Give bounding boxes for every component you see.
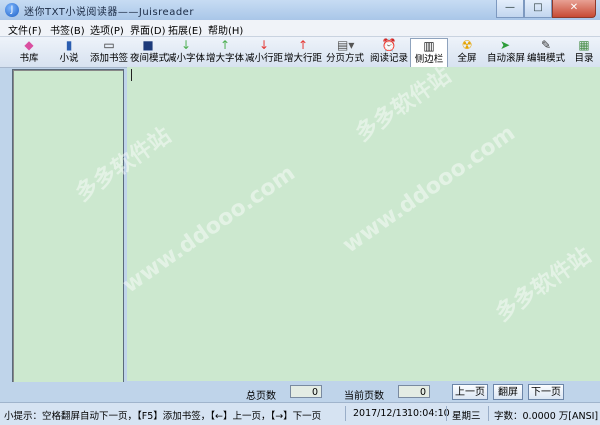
toolbar-pagination[interactable]: ▤▾ 分页方式 (323, 38, 367, 66)
fullscreen-icon: ☢ (461, 38, 473, 52)
title-bar: J 迷你TXT小说阅读器——Juisreader — □ ✕ (0, 0, 600, 21)
menu-help[interactable]: 帮助(H) (208, 22, 243, 37)
status-date: 2017/12/13 (353, 408, 408, 419)
menu-bookmarks[interactable]: 书签(B) (50, 22, 85, 37)
auto-scroll-icon: ➤ (499, 38, 511, 52)
watermark-text: 多多软件站 (491, 243, 596, 327)
table-of-contents-icon: ▦ (578, 38, 590, 52)
menu-bar: 文件(F) 书签(B) 选项(P) 界面(D) 拓展(E) 帮助(H) (0, 20, 600, 37)
current-page-label: 当前页数 (344, 391, 384, 402)
font-decrease-icon: ↓ (180, 38, 192, 52)
watermark-url: www.ddooo.com (118, 160, 300, 299)
close-button[interactable]: ✕ (552, 0, 596, 18)
prev-page-button[interactable]: 上一页 (452, 384, 488, 400)
toolbar-add-bookmark[interactable]: ▭ 添加书签 (90, 38, 128, 66)
toolbar-line-spacing-increase[interactable]: ↑ 增大行距 (284, 38, 322, 66)
status-tip: 小提示：空格翻屏自动下一页，【F5】添加书签，【←】上一页，【→】下一页 (4, 411, 322, 422)
edit-icon: ✎ (540, 38, 552, 52)
font-increase-icon: ↑ (219, 38, 231, 52)
watermark-text: 多多软件站 (351, 63, 456, 147)
toolbar-reading-history[interactable]: ⏰ 阅读记录 (370, 38, 408, 66)
menu-extensions[interactable]: 拓展(E) (168, 22, 202, 37)
toolbar-line-spacing-decrease[interactable]: ↓ 减小行距 (245, 38, 283, 66)
pager-bar: 总页数 0 当前页数 0 上一页 翻屏 下一页 (0, 382, 600, 402)
bookshelf-icon: ◆ (24, 38, 34, 52)
night-mode-icon: ■ (142, 38, 154, 52)
toolbar-font-decrease[interactable]: ↓ 减小字体 (167, 38, 205, 66)
toolbar-auto-scroll[interactable]: ➤ 自动滚屏 (487, 38, 525, 66)
pagination-icon: ▤▾ (337, 38, 355, 52)
toolbar: ◆ 书库 ▮ 小说 ▭ 添加书签 ■ 夜间模式 ↓ 减小字体 ↑ 增大字体 ↓ … (0, 37, 600, 68)
toolbar-night-mode[interactable]: ■ 夜间模式 (130, 38, 168, 66)
flip-screen-button[interactable]: 翻屏 (493, 384, 523, 400)
line-spacing-increase-icon: ↑ (297, 38, 309, 52)
status-divider (488, 406, 489, 421)
toolbar-fullscreen[interactable]: ☢ 全屏 (455, 38, 479, 66)
total-pages-value: 0 (290, 385, 322, 398)
text-caret (131, 69, 132, 81)
toolbar-font-increase[interactable]: ↑ 增大字体 (206, 38, 244, 66)
sidebar-icon: ▥ (423, 39, 435, 53)
toolbar-bookshelf[interactable]: ◆ 书库 (16, 38, 42, 66)
toolbar-edit-mode[interactable]: ✎ 编辑模式 (527, 38, 565, 66)
status-time: 10:04:10 (407, 408, 450, 419)
next-page-button[interactable]: 下一页 (528, 384, 564, 400)
status-bar: 小提示：空格翻屏自动下一页，【F5】添加书签，【←】上一页，【→】下一页 201… (0, 402, 600, 425)
book-icon: ▮ (65, 38, 73, 52)
window-title: 迷你TXT小说阅读器——Juisreader (24, 7, 194, 18)
maximize-button[interactable]: □ (524, 0, 552, 18)
toolbar-contents[interactable]: ▦ 目录 (573, 38, 595, 66)
app-icon: J (5, 3, 19, 17)
sidebar-panel[interactable] (12, 69, 124, 383)
reading-area[interactable]: 多多软件站 www.ddooo.com 多多软件站 www.ddooo.com … (71, 63, 600, 381)
bookmark-icon: ▭ (103, 38, 115, 52)
status-divider (446, 406, 447, 421)
menu-file[interactable]: 文件(F) (8, 22, 42, 37)
current-page-value: 0 (398, 385, 430, 398)
line-spacing-decrease-icon: ↓ (258, 38, 270, 52)
clock-icon: ⏰ (381, 38, 397, 52)
status-word-count: 字数：0.0000 万[ANSI] (494, 411, 599, 422)
status-weekday: 星期三 (452, 411, 481, 422)
menu-interface[interactable]: 界面(D) (130, 22, 166, 37)
total-pages-label: 总页数 (246, 391, 276, 402)
menu-options[interactable]: 选项(P) (90, 22, 124, 37)
window-controls: — □ ✕ (496, 0, 596, 18)
toolbar-novel[interactable]: ▮ 小说 (56, 38, 82, 66)
status-divider (345, 406, 346, 421)
minimize-button[interactable]: — (496, 0, 524, 18)
